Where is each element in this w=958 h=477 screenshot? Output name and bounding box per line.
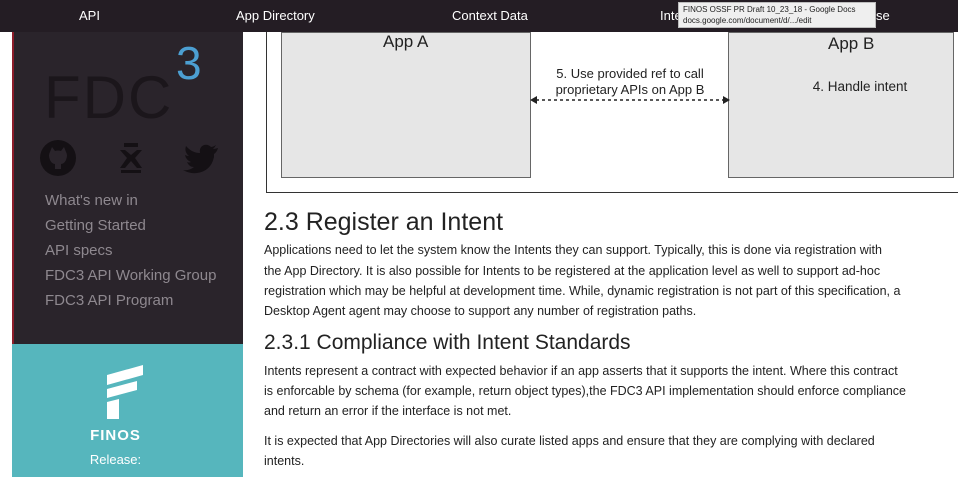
paragraph-line: registration which may be helpful at dev…	[264, 284, 901, 298]
app-b-label: App B	[828, 34, 875, 53]
double-arrow-icon	[530, 96, 730, 104]
paragraph-line: Applications need to let the system know…	[264, 243, 882, 257]
paragraph-line: It is expected that App Directories will…	[264, 434, 875, 448]
sidebar-link-whats-new[interactable]: What's new in	[45, 192, 138, 209]
sidebar-link-api-program[interactable]: FDC3 API Program	[45, 292, 173, 309]
finos-label: FINOS	[90, 427, 141, 444]
finos-logo-icon[interactable]	[107, 365, 143, 419]
tooltip-title: FINOS OSSF PR Draft 10_23_18 - Google Do…	[683, 5, 856, 14]
subsection-heading: 2.3.1 Compliance with Intent Standards	[264, 331, 631, 354]
paragraph-line: is enforcable by schema (for example, re…	[264, 384, 906, 398]
arrow-label-line-1: 5. Use provided ref to call	[556, 66, 704, 81]
fdc3-logo-text: FDC	[44, 64, 174, 131]
twitter-icon[interactable]	[180, 137, 222, 179]
nav-link-context-data[interactable]: Context Data	[452, 8, 528, 23]
app-b-note: 4. Handle intent	[812, 79, 908, 94]
gitter-icon[interactable]	[110, 137, 152, 179]
tooltip-url: docs.google.com/document/d/.../edit	[683, 16, 812, 25]
paragraph-line: and return an error if the interface is …	[264, 404, 512, 418]
app-a-box	[281, 32, 531, 178]
nav-link-release[interactable]: se	[876, 8, 890, 23]
tab-tooltip: FINOS OSSF PR Draft 10_23_18 - Google Do…	[678, 2, 876, 28]
paragraph-line: the App Directory. It is also possible f…	[264, 264, 881, 278]
paragraph-line: Desktop Agent agent may choose to suppor…	[264, 304, 697, 318]
nav-link-api[interactable]: API	[79, 8, 100, 23]
sidebar-link-api-specs[interactable]: API specs	[45, 242, 113, 259]
paragraph-line: Intents represent a contract with expect…	[264, 364, 898, 378]
paragraph-line: intents.	[264, 454, 305, 468]
sidebar-link-getting-started[interactable]: Getting Started	[45, 217, 146, 234]
sidebar-link-working-group[interactable]: FDC3 API Working Group	[45, 267, 216, 284]
finos-release-label: Release:	[89, 452, 142, 467]
fdc3-logo-superscript: 3	[176, 37, 202, 89]
left-edge	[0, 32, 12, 477]
app-a-label: App A	[383, 32, 429, 51]
section-heading: 2.3 Register an Intent	[264, 208, 504, 236]
nav-link-app-directory[interactable]: App Directory	[236, 8, 315, 23]
github-icon[interactable]	[37, 137, 79, 179]
